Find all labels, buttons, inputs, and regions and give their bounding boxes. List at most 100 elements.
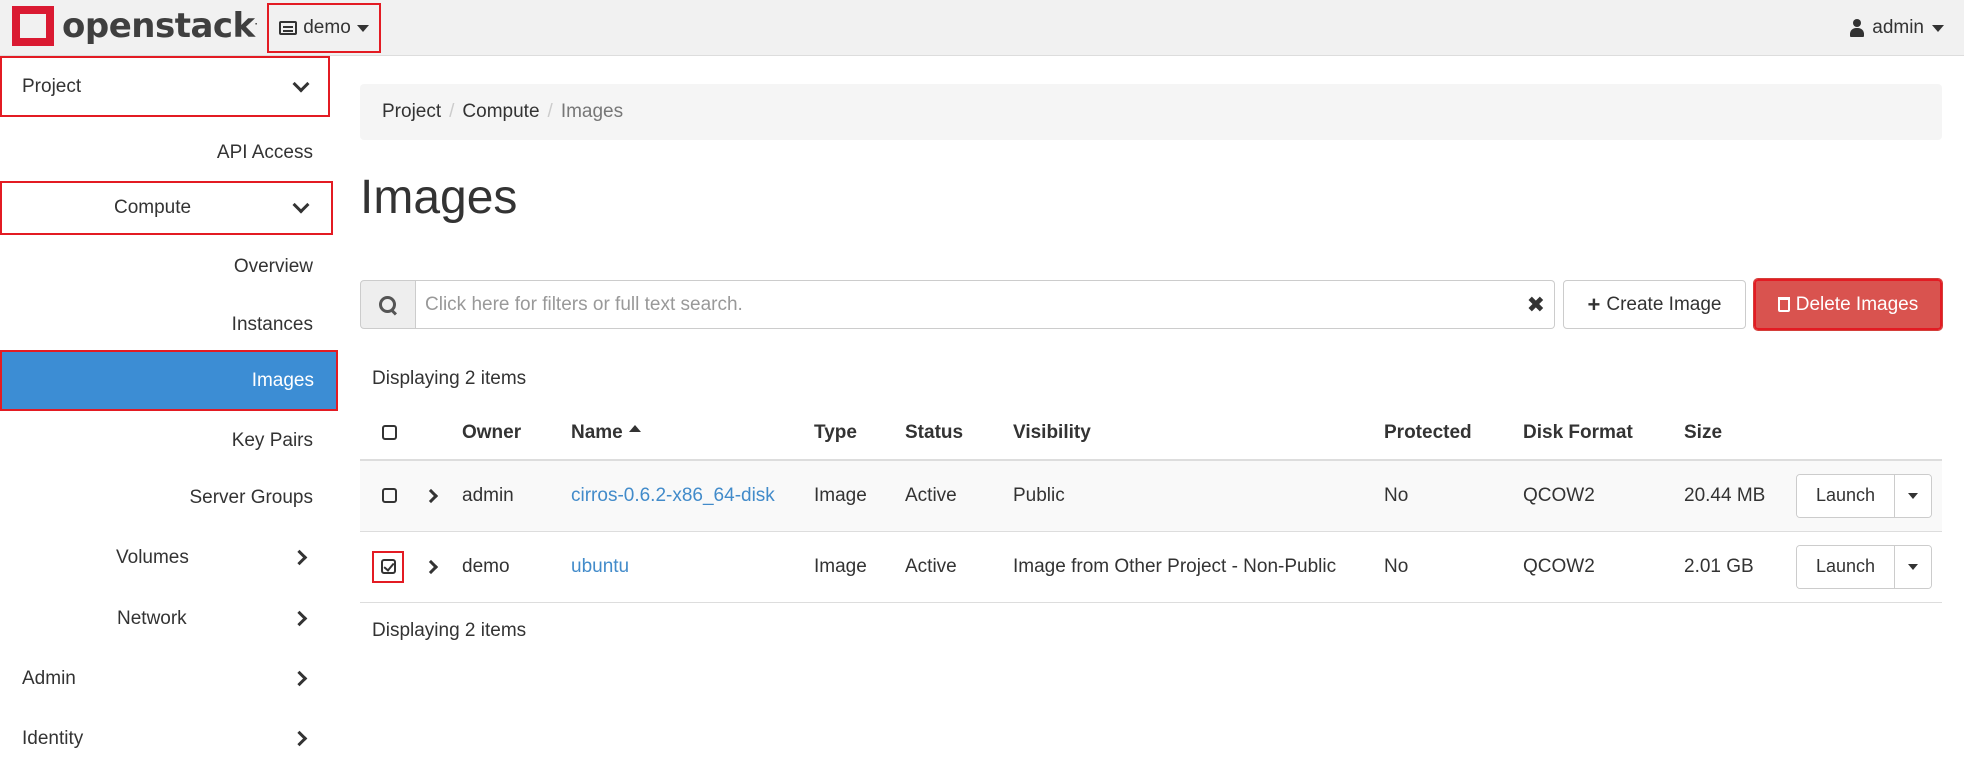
expand-row-icon[interactable]: [423, 488, 439, 503]
sort-ascending-icon: [628, 424, 641, 432]
sidebar-item-label: Identity: [22, 728, 84, 749]
sidebar-nav: Project API Access Compute Overview Inst…: [0, 56, 338, 766]
sidebar-item-label: Images: [251, 369, 314, 391]
cell-type: Image: [814, 531, 905, 603]
column-status[interactable]: Status: [905, 406, 1013, 461]
sidebar-item-label: Instances: [231, 314, 313, 335]
chevron-right-icon: [291, 670, 308, 687]
sidebar-item-overview[interactable]: Overview: [0, 242, 313, 292]
delete-images-label: Delete Images: [1795, 293, 1919, 315]
filter-search-group: ✖: [360, 280, 1555, 329]
sidebar-item-api-access[interactable]: API Access: [0, 128, 313, 178]
caret-down-icon: [1908, 563, 1918, 570]
column-protected[interactable]: Protected: [1384, 406, 1523, 461]
launch-button[interactable]: Launch: [1797, 545, 1895, 588]
sidebar-item-identity[interactable]: Identity: [0, 714, 330, 764]
sidebar-item-label: API Access: [216, 142, 313, 163]
launch-button-group: Launch: [1796, 473, 1932, 518]
create-image-button[interactable]: + Create Image: [1563, 280, 1746, 329]
sidebar-item-label: Overview: [233, 256, 313, 277]
cell-size: 20.44 MB: [1684, 460, 1796, 532]
sidebar-compute-panel[interactable]: Compute: [0, 181, 333, 235]
sidebar-item-network[interactable]: Network: [0, 594, 330, 644]
column-owner[interactable]: Owner: [462, 406, 571, 461]
image-name-link[interactable]: cirros-0.6.2-x86_64-disk: [571, 485, 775, 506]
column-visibility[interactable]: Visibility: [1013, 406, 1384, 461]
expand-row-icon[interactable]: [423, 559, 439, 574]
caret-down-icon: [1908, 492, 1918, 499]
plus-icon: +: [1587, 291, 1601, 317]
breadcrumb-separator: /: [449, 101, 455, 122]
search-button[interactable]: [360, 280, 416, 329]
image-name-link[interactable]: ubuntu: [571, 556, 629, 577]
row-checkbox[interactable]: [382, 488, 397, 504]
launch-button-group: Launch: [1796, 544, 1932, 589]
launch-button[interactable]: Launch: [1797, 474, 1895, 517]
cell-status: Active: [905, 531, 1013, 603]
caret-down-icon: [1932, 24, 1944, 32]
row-actions-dropdown[interactable]: [1895, 545, 1931, 588]
clear-search-icon[interactable]: ✖: [1527, 292, 1545, 318]
sidebar-item-label: Compute: [114, 197, 192, 218]
cell-type: Image: [814, 460, 905, 532]
search-input[interactable]: [416, 280, 1555, 329]
sidebar-item-label: Network: [117, 608, 187, 629]
sidebar-item-admin[interactable]: Admin: [0, 654, 330, 704]
cell-disk-format: QCOW2: [1523, 531, 1684, 603]
column-name-label: Name: [571, 421, 623, 443]
sidebar-item-volumes[interactable]: Volumes: [0, 533, 330, 583]
row-actions-dropdown[interactable]: [1895, 474, 1931, 517]
delete-images-button[interactable]: Delete Images: [1753, 278, 1943, 331]
sidebar-item-key-pairs[interactable]: Key Pairs: [0, 416, 313, 466]
row-checkbox-highlight: [372, 550, 404, 583]
trash-icon: [1777, 297, 1790, 312]
sidebar-item-label: Admin: [22, 668, 76, 689]
top-navbar: openstack. demo admin: [0, 0, 1964, 56]
page-title: Images: [360, 171, 518, 224]
chevron-down-icon: [292, 75, 310, 93]
breadcrumb-project[interactable]: Project: [382, 101, 441, 123]
breadcrumb-images: Images: [560, 101, 624, 122]
cell-visibility: Image from Other Project - Non-Public: [1013, 531, 1384, 603]
user-name-label: admin: [1872, 17, 1924, 38]
row-checkbox[interactable]: [380, 559, 396, 574]
sidebar-project-panel[interactable]: Project: [0, 56, 330, 117]
sidebar-item-instances[interactable]: Instances: [0, 300, 313, 350]
sidebar-item-label: Server Groups: [189, 487, 313, 508]
cell-size: 2.01 GB: [1684, 531, 1796, 603]
caret-down-icon: [356, 24, 369, 32]
openstack-logo[interactable]: openstack.: [12, 6, 258, 46]
brand-name: openstack.: [62, 6, 258, 46]
item-count-top: Displaying 2 items: [372, 368, 527, 389]
cell-visibility: Public: [1013, 460, 1384, 532]
select-all-checkbox[interactable]: [382, 424, 397, 440]
chevron-down-icon: [292, 196, 310, 214]
create-image-label: Create Image: [1606, 293, 1722, 315]
chevron-right-icon: [291, 549, 308, 566]
sidebar-item-server-groups[interactable]: Server Groups: [0, 473, 313, 523]
project-selector-dropdown[interactable]: demo: [267, 3, 381, 53]
cell-disk-format: QCOW2: [1523, 460, 1684, 532]
column-disk-format[interactable]: Disk Format: [1523, 406, 1684, 461]
sidebar-item-images[interactable]: Images: [0, 350, 338, 411]
breadcrumb-separator: /: [547, 101, 553, 122]
cell-owner: demo: [462, 531, 571, 603]
sidebar-item-label: Volumes: [116, 547, 189, 568]
current-project-label: demo: [303, 17, 351, 38]
table-row: demo ubuntu Image Active Image from Othe…: [360, 531, 1942, 603]
column-size[interactable]: Size: [1684, 406, 1796, 461]
sidebar-item-label: Key Pairs: [231, 430, 313, 451]
cell-owner: admin: [462, 460, 571, 532]
user-menu-dropdown[interactable]: admin: [1850, 0, 1944, 56]
images-table: Owner Name Type Status Visibility Protec…: [360, 406, 1942, 603]
breadcrumb-compute[interactable]: Compute: [462, 101, 539, 123]
column-name[interactable]: Name: [571, 406, 814, 461]
item-count-bottom: Displaying 2 items: [372, 620, 527, 641]
sidebar-item-label: Project: [22, 75, 82, 97]
chevron-right-icon: [291, 610, 308, 627]
column-type[interactable]: Type: [814, 406, 905, 461]
cell-protected: No: [1384, 460, 1523, 532]
chevron-right-icon: [291, 730, 308, 747]
user-icon: [1850, 19, 1865, 37]
project-list-icon: [279, 21, 298, 35]
